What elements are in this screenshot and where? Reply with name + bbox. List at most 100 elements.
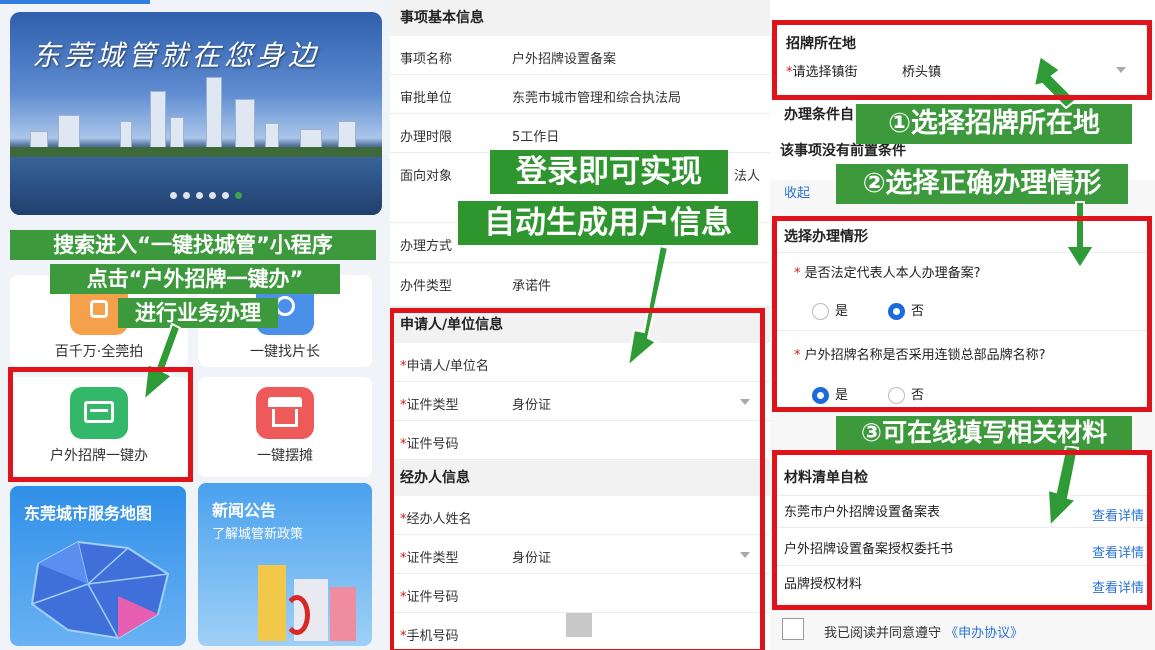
radio-button[interactable] xyxy=(812,303,829,320)
question-chain-brand: * 户外招牌名称是否采用连锁总部品牌名称? xyxy=(794,344,1046,363)
field-id-number[interactable]: *证件号码 xyxy=(390,421,770,460)
dropdown-caret-icon[interactable] xyxy=(1116,67,1126,73)
instruction-search: 搜索进入“一键找城管”小程序 xyxy=(10,230,376,260)
news-card-subtitle: 了解城管新政策 xyxy=(212,527,304,542)
banner-title: 东莞城管就在您身边 xyxy=(32,39,321,72)
required-mark: * xyxy=(794,348,801,363)
overlay-login-text: 登录即可实现 xyxy=(490,150,728,194)
row-value: 5工作日 xyxy=(512,130,560,145)
shoreline xyxy=(10,147,382,157)
question-legal-rep: * 是否法定代表人本人办理备案? xyxy=(794,262,981,281)
agree-checkbox[interactable] xyxy=(782,618,804,640)
question-text: 户外招牌名称是否采用连锁总部品牌名称? xyxy=(804,348,1046,363)
carousel-dot[interactable] xyxy=(183,192,190,199)
field-agent-name[interactable]: *经办人姓名 xyxy=(390,496,770,535)
city-service-map-card[interactable]: 东莞城市服务地图 xyxy=(10,486,186,646)
material-name: 户外招牌设置备案授权委托书 xyxy=(784,542,954,557)
field-label: 手机号码 xyxy=(406,629,459,644)
materials-title: 材料清单自检 xyxy=(784,470,868,486)
view-details-link[interactable]: 查看详情 xyxy=(1092,505,1144,524)
row-case-type: 办件类型 承诺件 xyxy=(390,263,770,307)
agreement-link[interactable]: 《申办协议》 xyxy=(945,626,1023,641)
divider xyxy=(776,330,1150,331)
application-form-panel: 招牌所在地 *请选择镇街 桥头镇 办理条件自 该事项没有前置条件 收起 选择办理… xyxy=(770,0,1155,650)
sculpture-illustration xyxy=(284,595,310,635)
top-accent-bar xyxy=(0,0,150,4)
radio-button[interactable] xyxy=(888,387,905,404)
collapse-link[interactable]: 收起 xyxy=(784,182,810,201)
row-approval-unit: 审批单位 东莞市城市管理和综合执法局 xyxy=(390,75,770,114)
map-card-title: 东莞城市服务地图 xyxy=(24,504,153,523)
carousel-dot[interactable] xyxy=(222,192,229,199)
town-label-text: 请选择镇街 xyxy=(792,65,858,80)
news-card[interactable]: 新闻公告 了解城管新政策 xyxy=(198,483,372,646)
skyline-building xyxy=(206,77,222,157)
step3-label: ③可在线填写相关材料 xyxy=(836,416,1132,450)
item-info-form-panel: 事项基本信息 事项名称 户外招牌设置备案 审批单位 东莞市城市管理和综合执法局 … xyxy=(390,0,770,650)
overlay-autofill-text: 自动生成用户信息 xyxy=(458,201,758,245)
top-spacer xyxy=(770,0,1155,22)
radio-button-selected[interactable] xyxy=(888,303,905,320)
section-applicant: 申请人/单位信息 xyxy=(390,307,770,343)
row-key: 办理时限 xyxy=(400,130,453,145)
field-id-type[interactable]: *证件类型 身份证 xyxy=(390,382,770,421)
divider xyxy=(776,527,1150,528)
row-key: 审批单位 xyxy=(400,91,453,106)
radio-label: 否 xyxy=(911,388,925,403)
material-name: 东莞市户外招牌设置备案表 xyxy=(784,505,941,520)
arrow-down-icon xyxy=(1064,201,1096,270)
agree-text: 我已阅读并同意遵守 《申办协议》 xyxy=(824,622,1023,641)
row-value: 法人 xyxy=(734,169,761,184)
news-card-title: 新闻公告 xyxy=(212,501,277,520)
row-item-name: 事项名称 户外招牌设置备案 xyxy=(390,36,770,75)
dropdown-caret-icon xyxy=(740,552,750,558)
section-basic-info: 事项基本信息 xyxy=(390,0,770,36)
radio-q1-yes[interactable]: 是 xyxy=(812,300,848,320)
row-key: 事项名称 xyxy=(400,52,453,67)
id-type-value: 身份证 xyxy=(512,398,552,413)
field-phone-number[interactable]: *手机号码 xyxy=(390,613,770,650)
required-mark: * xyxy=(794,266,801,281)
carousel-dot[interactable] xyxy=(235,192,242,199)
tile-street-stall[interactable]: 一键摆摊 xyxy=(198,377,372,477)
arrow-down-icon xyxy=(1046,446,1080,528)
row-key: 办理方式 xyxy=(400,239,453,254)
field-label: 证件类型 xyxy=(406,398,459,413)
carousel-dot[interactable] xyxy=(170,192,177,199)
view-details-link[interactable]: 查看详情 xyxy=(1092,577,1144,596)
carousel-dot[interactable] xyxy=(196,192,203,199)
radio-q2-yes[interactable]: 是 xyxy=(812,384,848,404)
town-field-label: *请选择镇街 xyxy=(786,61,858,80)
radio-button-selected[interactable] xyxy=(812,387,829,404)
carousel-indicator[interactable] xyxy=(170,192,242,199)
field-label: 证件号码 xyxy=(406,590,459,605)
field-applicant-name[interactable]: *申请人/单位名 xyxy=(390,343,770,382)
dropdown-caret-icon xyxy=(740,399,750,405)
location-title: 招牌所在地 xyxy=(786,36,856,52)
arrow-down-icon xyxy=(142,322,182,402)
agree-label: 我已阅读并同意遵守 xyxy=(824,626,942,641)
field-agent-id-type[interactable]: *证件类型 身份证 xyxy=(390,535,770,574)
tile-label: 户外招牌一键办 xyxy=(50,448,148,464)
step2-label: ②选择正确办理情形 xyxy=(836,164,1128,204)
view-details-link[interactable]: 查看详情 xyxy=(1092,542,1144,561)
field-label: 申请人/单位名 xyxy=(406,359,489,374)
tile-label: 一键找片长 xyxy=(250,344,320,360)
radio-q2-no[interactable]: 否 xyxy=(888,384,924,404)
row-key: 面向对象 xyxy=(400,169,453,184)
row-time-limit: 办理时限 5工作日 xyxy=(390,114,770,153)
stall-icon xyxy=(256,387,314,439)
field-label: 证件类型 xyxy=(406,551,459,566)
home-banner[interactable]: 东莞城管就在您身边 xyxy=(10,12,382,215)
carousel-dot[interactable] xyxy=(209,192,216,199)
building-illustration xyxy=(330,587,356,641)
material-name: 品牌授权材料 xyxy=(784,577,863,592)
radio-q1-no[interactable]: 否 xyxy=(888,300,924,320)
mini-program-home-panel: 东莞城管就在您身边 百千万·全莞拍 一键找片长 户外招牌一键办 一键摆摊 东莞城… xyxy=(0,0,390,650)
id-type-value: 身份证 xyxy=(512,551,552,566)
arrow-up-icon xyxy=(1032,54,1078,110)
field-agent-id-number[interactable]: *证件号码 xyxy=(390,574,770,613)
town-select[interactable]: 桥头镇 xyxy=(902,61,941,80)
phone-verify-button[interactable] xyxy=(566,613,592,637)
divider xyxy=(776,565,1150,566)
